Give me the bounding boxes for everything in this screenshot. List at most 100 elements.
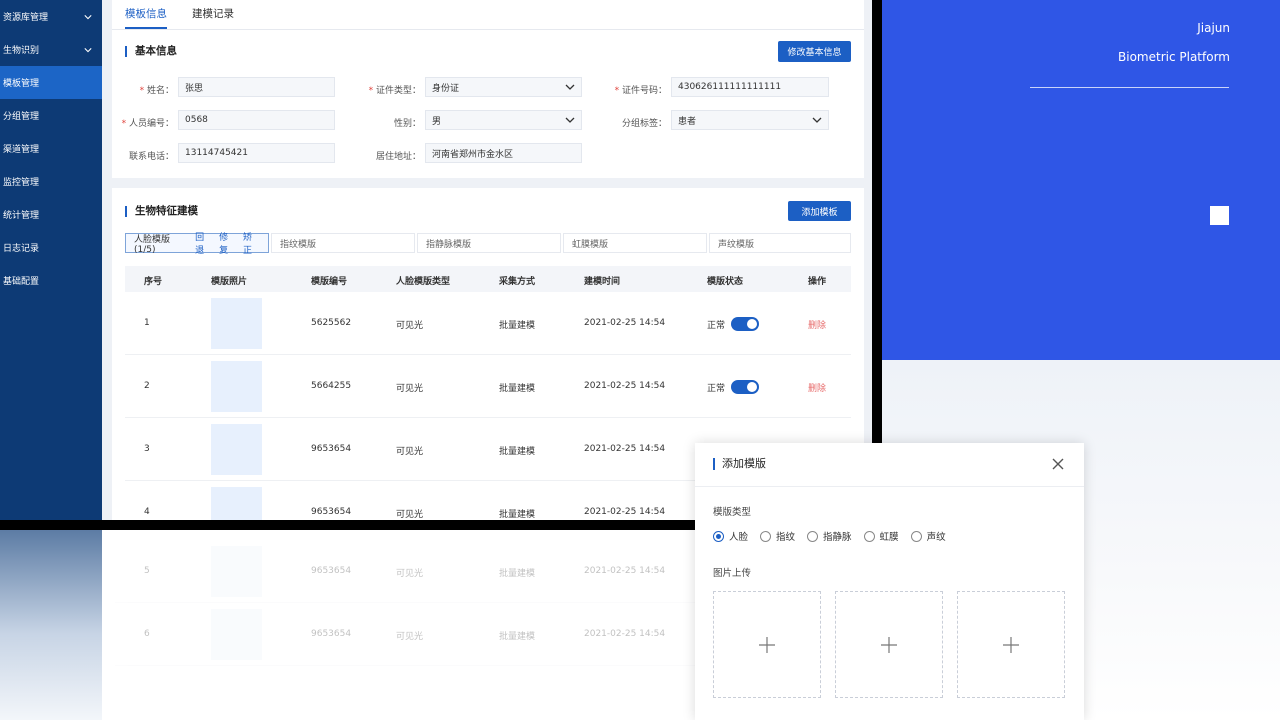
sidebar-item-group[interactable]: 分组管理: [0, 99, 102, 132]
radio-face[interactable]: 人脸: [713, 529, 748, 543]
template-photo[interactable]: [211, 487, 262, 520]
address-label: 居住地址：: [375, 152, 421, 162]
tab-template-info[interactable]: 模板信息: [125, 0, 167, 29]
dialog-title: 添加模版: [713, 458, 766, 470]
person-no-value: 0568: [185, 115, 208, 125]
repair-link[interactable]: 修复: [219, 230, 236, 256]
radio-unselected-icon: [863, 530, 875, 542]
template-type: 可见光: [396, 632, 424, 642]
row-number: 4: [144, 507, 150, 517]
radio-label: 虹膜: [879, 532, 899, 543]
id-type-label-text: 证件类型：: [375, 86, 421, 96]
address-field[interactable]: 河南省郑州市金水区: [425, 143, 582, 163]
plus-icon: [1003, 636, 1019, 653]
template-photo[interactable]: [211, 361, 262, 412]
template-code: 9653654: [311, 444, 352, 454]
phone-label: 联系电话：: [128, 152, 174, 162]
template-type: 可见光: [396, 384, 424, 394]
radio-selected-icon: [713, 530, 724, 542]
template-photo[interactable]: [211, 424, 262, 475]
sidebar-item-channel[interactable]: 渠道管理: [0, 132, 102, 165]
upload-slot[interactable]: [957, 591, 1065, 698]
radio-label: 人脸: [729, 532, 749, 543]
radio-unselected-icon: [760, 530, 772, 542]
upload-slot[interactable]: [713, 591, 821, 698]
main-content: 模板信息 建模记录 基本信息 修改基本信息 * 姓名： 张思 * 证件类型： 身…: [112, 0, 864, 520]
sidebar-item-resource-library[interactable]: 资源库管理: [0, 0, 102, 33]
sidebar-item-biometric[interactable]: 生物识别: [0, 33, 102, 66]
column-header: 模版编号: [311, 277, 348, 287]
section-title-biometric: 生物特征建模: [125, 206, 198, 217]
id-number-field[interactable]: 430626111111111111: [671, 77, 829, 97]
modeling-time: 2021-02-25 14:54: [584, 381, 666, 391]
status-toggle[interactable]: [731, 317, 759, 331]
sidebar-item-monitor[interactable]: 监控管理: [0, 165, 102, 198]
image-upload-label: 图片上传: [713, 568, 752, 579]
chevron-down-icon: [84, 47, 92, 52]
delete-link[interactable]: 删除: [808, 381, 826, 394]
edit-basic-info-button[interactable]: 修改基本信息: [778, 41, 851, 62]
sidebar-item-label: 日志记录: [3, 244, 40, 254]
address-value: 河南省郑州市金水区: [432, 149, 514, 160]
sidebar-item-label: 资源库管理: [3, 13, 49, 23]
sidebar-item-statistics[interactable]: 统计管理: [0, 198, 102, 231]
id-type-select[interactable]: 身份证: [425, 77, 582, 97]
capture-method: 批量建模: [499, 384, 536, 394]
chevron-down-icon: [565, 84, 575, 90]
radio-voiceprint[interactable]: 声纹: [910, 529, 946, 543]
id-number-label-text: 证件号码：: [621, 86, 667, 96]
tab-finger-vein-template[interactable]: 指静脉模版: [417, 233, 561, 253]
person-no-field[interactable]: 0568: [178, 110, 335, 130]
name-field[interactable]: 张思: [178, 77, 335, 97]
tab-fingerprint-template[interactable]: 指纹模版: [271, 233, 415, 253]
rollback-link[interactable]: 回退: [195, 230, 212, 256]
radio-iris[interactable]: 虹膜: [863, 529, 899, 543]
tab-iris-template[interactable]: 虹膜模版: [563, 233, 707, 253]
upload-slot[interactable]: [835, 591, 943, 698]
capture-method: 批量建模: [499, 321, 536, 331]
row-number: 1: [144, 318, 150, 328]
gender-select[interactable]: 男: [425, 110, 582, 130]
sidebar-item-label: 模板管理: [3, 79, 40, 89]
template-code: 9653654: [311, 566, 352, 576]
template-photo[interactable]: [211, 298, 262, 349]
required-mark: *: [121, 119, 129, 129]
face-template-label: 人脸模版(1/5): [134, 234, 171, 255]
group-tag-select[interactable]: 患者: [671, 110, 829, 130]
row-number: 2: [144, 381, 150, 391]
template-type-radio-group: 人脸 指纹 指静脉 虹膜 声纹: [713, 529, 958, 543]
row-number: 6: [144, 629, 150, 639]
sidebar-item-template[interactable]: 模板管理: [0, 66, 102, 99]
add-template-button[interactable]: 添加模板: [788, 201, 851, 221]
group-tag-value: 患者: [678, 116, 697, 127]
brand-divider: [1030, 87, 1229, 88]
brand-square-mark: [1210, 206, 1229, 225]
template-type: 可见光: [396, 447, 424, 457]
radio-fingerprint[interactable]: 指纹: [760, 529, 795, 543]
sidebar-item-label: 生物识别: [3, 46, 40, 56]
tab-voiceprint-template[interactable]: 声纹模版: [709, 233, 851, 253]
sidebar-item-config[interactable]: 基础配置: [0, 264, 102, 297]
tab-face-template[interactable]: 人脸模版(1/5) 回退 修复 矫正: [125, 230, 269, 256]
required-mark: *: [139, 86, 147, 96]
sidebar-item-logs[interactable]: 日志记录: [0, 231, 102, 264]
chevron-down-icon: [84, 14, 92, 19]
phone-value: 13114745421: [185, 148, 248, 158]
status-toggle[interactable]: [731, 380, 759, 394]
phone-field[interactable]: 13114745421: [178, 143, 335, 163]
sidebar-reflection: [0, 528, 102, 720]
radio-unselected-icon: [910, 530, 922, 542]
column-header: 模版状态: [707, 277, 744, 287]
tab-modeling-records[interactable]: 建模记录: [192, 0, 234, 29]
id-number-value: 430626111111111111: [678, 82, 782, 92]
template-type: 可见光: [396, 510, 424, 520]
column-header: 序号: [144, 277, 163, 287]
delete-link[interactable]: 删除: [808, 318, 826, 331]
radio-finger-vein[interactable]: 指静脉: [807, 529, 852, 543]
correct-link[interactable]: 矫正: [243, 230, 260, 256]
capture-method: 批量建模: [499, 632, 536, 642]
id-type-label: * 证件类型：: [364, 83, 421, 96]
template-photo: [211, 609, 262, 660]
sidebar-item-label: 统计管理: [3, 211, 40, 221]
close-icon[interactable]: [1051, 457, 1065, 471]
